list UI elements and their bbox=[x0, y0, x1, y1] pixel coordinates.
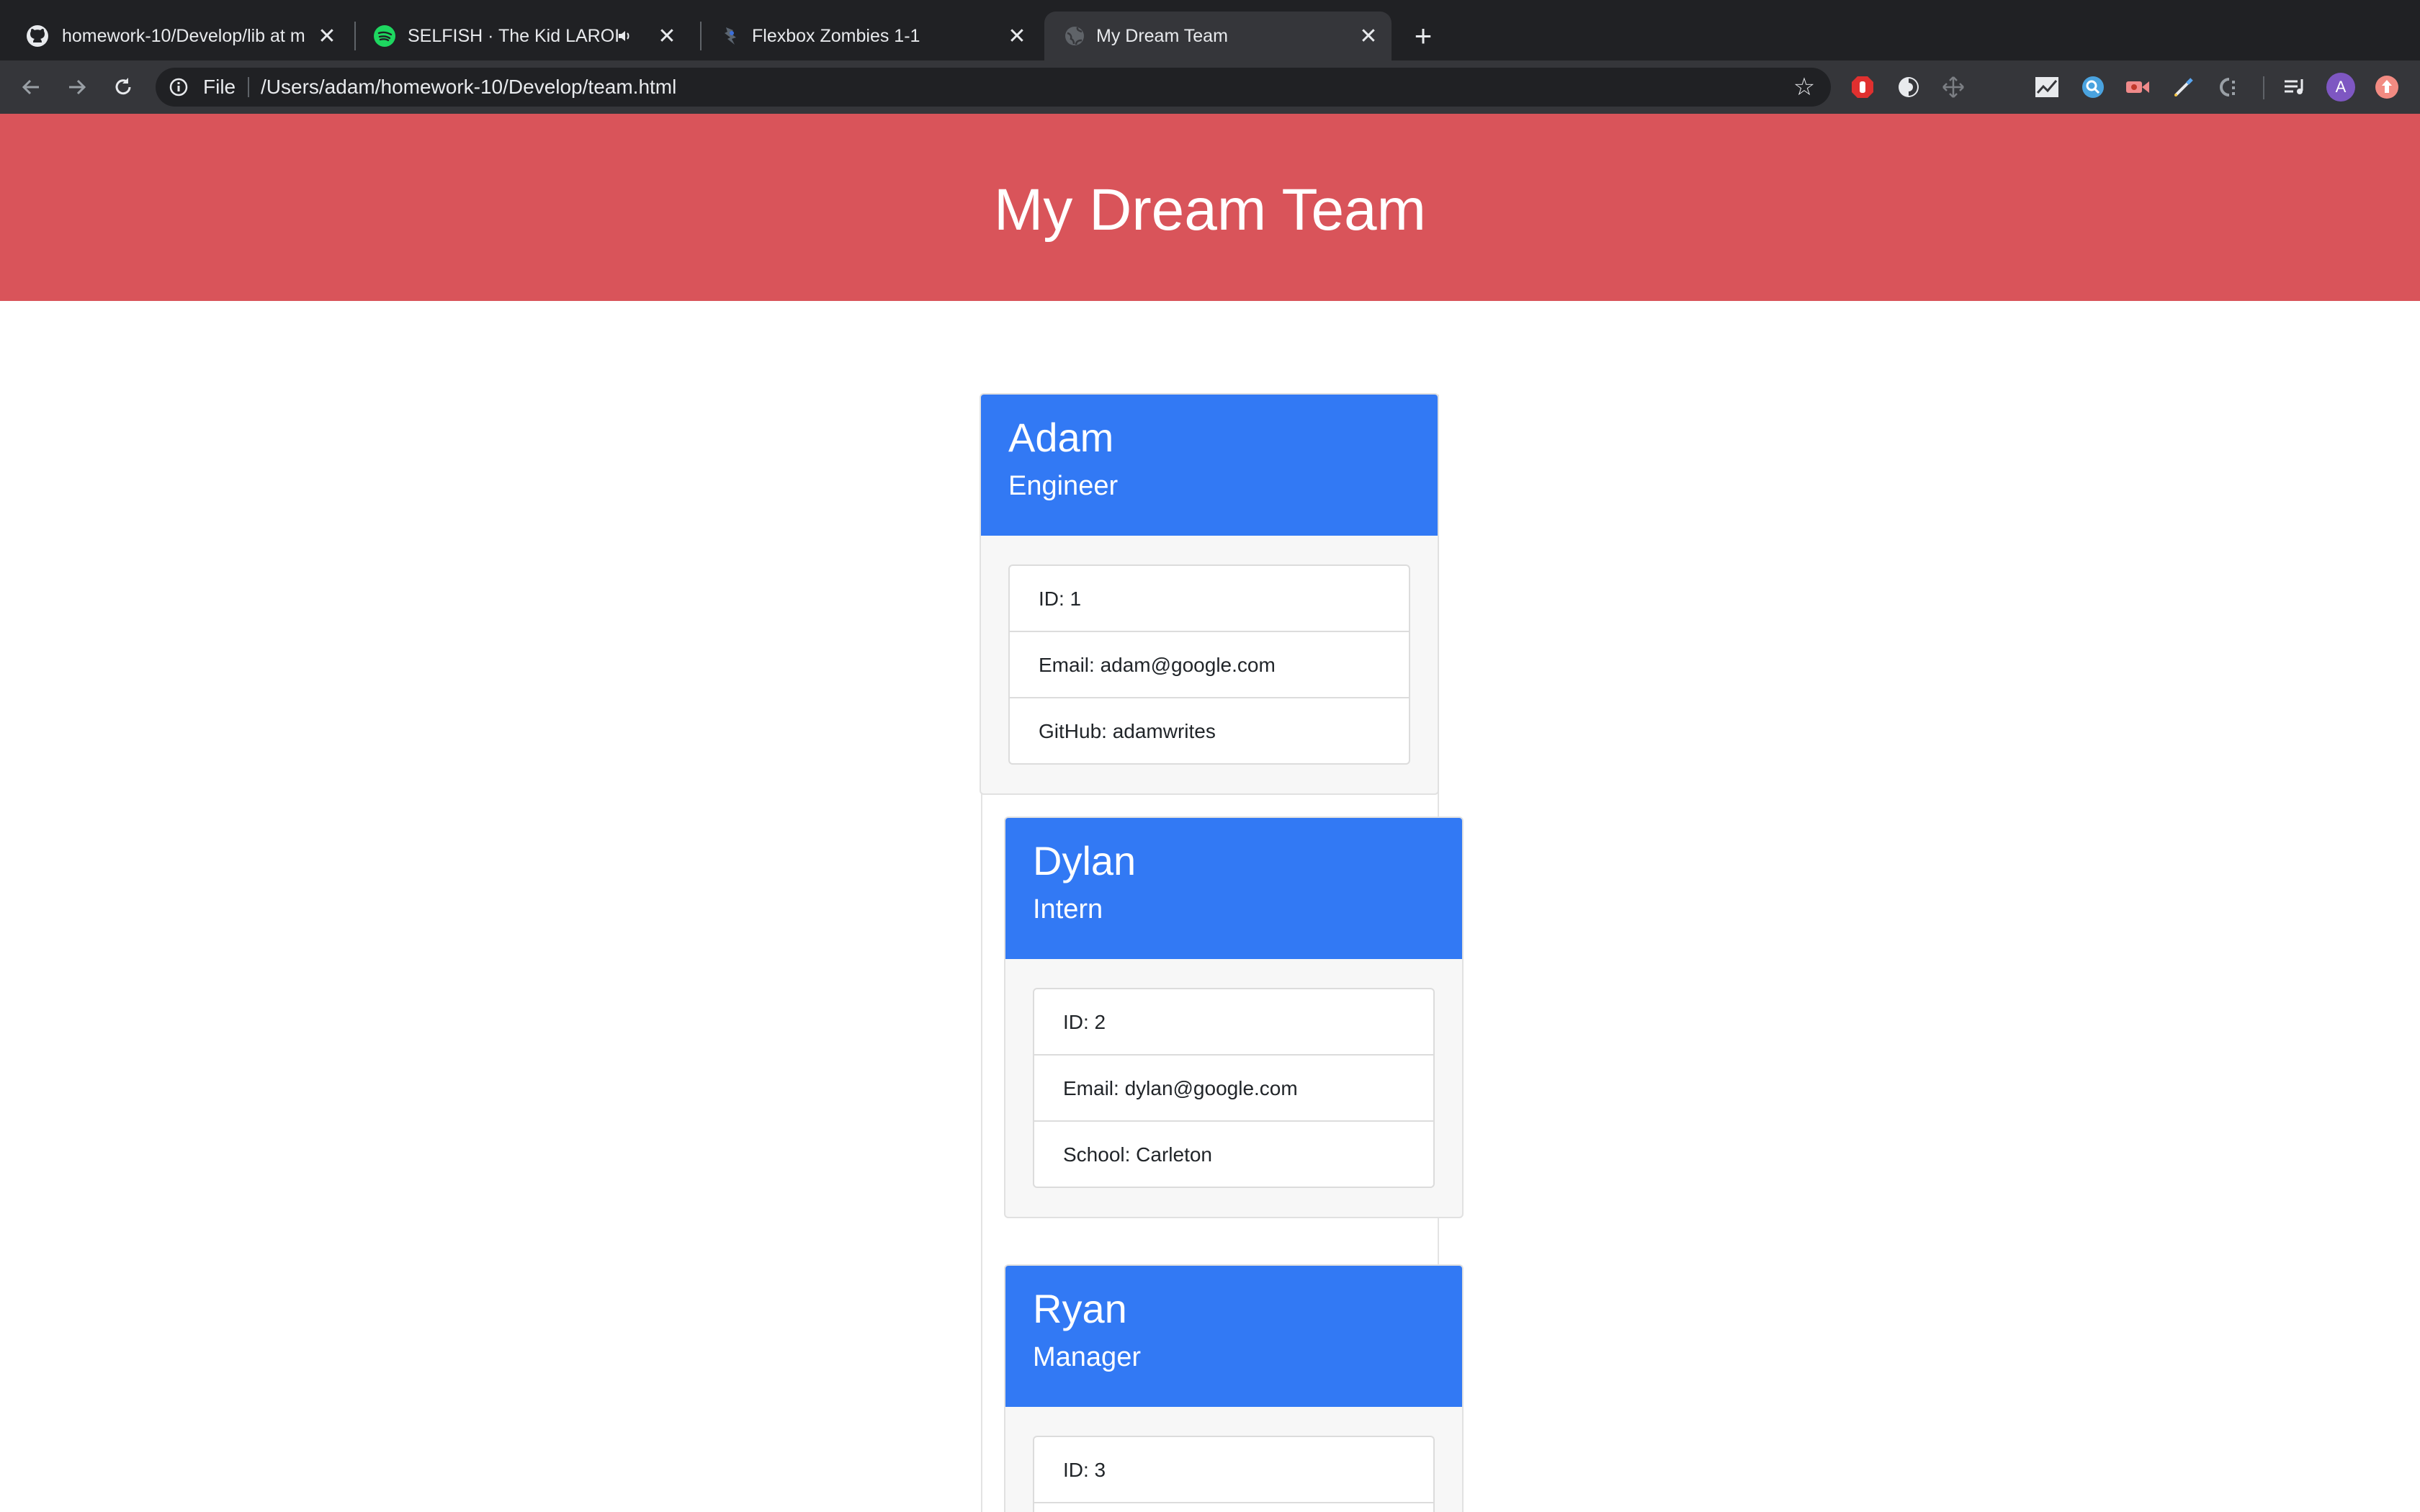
tab-title: homework-10/Develop/lib at m bbox=[62, 26, 305, 46]
tab-title: My Dream Team bbox=[1096, 26, 1228, 46]
speaker-icon[interactable] bbox=[614, 24, 637, 48]
employee-name: Adam bbox=[1008, 415, 1114, 460]
list-item: Email: adam@google.com bbox=[1010, 631, 1409, 697]
list-item: ID: 3 bbox=[1063, 1459, 1106, 1481]
list-item: Email: dylan@google.com bbox=[1034, 1054, 1433, 1120]
list-item: School: Carleton bbox=[1034, 1120, 1433, 1187]
info-icon[interactable] bbox=[169, 77, 189, 97]
employee-role: Intern bbox=[1033, 894, 1103, 924]
list-item: ID: 2 bbox=[1063, 1011, 1106, 1033]
card-body: ID: 2 Email: dylan@google.com School: Ca… bbox=[1005, 959, 1462, 1217]
search-extension-icon[interactable] bbox=[2079, 73, 2107, 102]
detail-list: ID: 3 bbox=[1033, 1436, 1435, 1512]
tab-github[interactable]: homework-10/Develop/lib at m ✕ bbox=[0, 12, 353, 60]
header-banner: My Dream Team bbox=[0, 114, 2420, 301]
tab-spotify[interactable]: SELFISH · The Kid LAROI ✕ bbox=[349, 12, 699, 60]
toolbar-divider bbox=[2263, 76, 2264, 99]
close-icon[interactable]: ✕ bbox=[655, 24, 678, 48]
back-button[interactable] bbox=[12, 68, 50, 107]
globe-icon bbox=[1063, 24, 1086, 48]
bookmark-star-icon[interactable]: ☆ bbox=[1791, 73, 1818, 101]
employee-card: Dylan Intern ID: 2 Email: dylan@google.c… bbox=[1004, 816, 1464, 1218]
employee-role: Manager bbox=[1033, 1342, 1141, 1372]
employee-role: Engineer bbox=[1008, 471, 1119, 501]
css-extension-icon[interactable] bbox=[2215, 73, 2244, 102]
back-arrow-icon bbox=[22, 79, 39, 95]
forward-button[interactable] bbox=[58, 68, 97, 107]
omnibox-divider bbox=[248, 77, 249, 97]
media-controls-icon[interactable] bbox=[2280, 73, 2309, 102]
employee-name: Ryan bbox=[1033, 1286, 1127, 1331]
close-icon[interactable]: ✕ bbox=[1357, 24, 1380, 48]
adblock-extension-icon[interactable] bbox=[1848, 73, 1877, 102]
address-bar[interactable]: File /Users/adam/homework-10/Develop/tea… bbox=[156, 68, 1831, 107]
tab-title: SELFISH · The Kid LAROI bbox=[408, 26, 620, 46]
chart-extension-icon[interactable] bbox=[2033, 73, 2061, 102]
card-header: Ryan Manager bbox=[1005, 1266, 1462, 1407]
close-icon[interactable]: ✕ bbox=[315, 24, 339, 48]
spotify-icon bbox=[373, 24, 396, 48]
tab-flexbox-zombies[interactable]: Flexbox Zombies 1-1 ✕ bbox=[694, 12, 1043, 60]
dark-reader-extension-icon[interactable] bbox=[1894, 73, 1923, 102]
reload-button[interactable] bbox=[104, 68, 143, 107]
url-text[interactable]: /Users/adam/homework-10/Develop/team.htm… bbox=[261, 75, 676, 99]
url-scheme: File bbox=[203, 76, 236, 98]
list-item-partial bbox=[1034, 1502, 1433, 1512]
employee-card: Ryan Manager ID: 3 bbox=[1004, 1264, 1464, 1512]
profile-avatar[interactable]: A bbox=[2326, 73, 2355, 102]
page-title: My Dream Team bbox=[994, 177, 1426, 243]
card-header: Adam Engineer bbox=[981, 395, 1438, 536]
close-icon[interactable]: ✕ bbox=[1005, 24, 1028, 48]
list-item: GitHub: adamwrites bbox=[1010, 697, 1409, 763]
tab-strip: homework-10/Develop/lib at m ✕ SELFISH ·… bbox=[0, 0, 2420, 60]
avatar: A bbox=[2326, 73, 2355, 102]
employee-name: Dylan bbox=[1033, 838, 1137, 883]
new-tab-button[interactable]: + bbox=[1407, 19, 1439, 53]
card-body: ID: 3 bbox=[1005, 1407, 1462, 1512]
detail-list: ID: 1 Email: adam@google.com GitHub: ada… bbox=[1008, 564, 1410, 765]
screencast-extension-icon[interactable] bbox=[2123, 73, 2152, 102]
browser-toolbar: File /Users/adam/homework-10/Develop/tea… bbox=[0, 60, 2420, 114]
card-header: Dylan Intern bbox=[1005, 818, 1462, 959]
github-icon bbox=[26, 24, 49, 48]
move-extension-icon[interactable] bbox=[1939, 73, 1968, 102]
tab-title: Flexbox Zombies 1-1 bbox=[752, 26, 920, 46]
update-icon[interactable] bbox=[2372, 73, 2401, 102]
color-picker-extension-icon[interactable] bbox=[2169, 73, 2198, 102]
reload-icon bbox=[115, 78, 131, 95]
list-item: ID: 1 bbox=[1039, 588, 1082, 610]
zombie-icon bbox=[719, 24, 742, 48]
detail-list: ID: 2 Email: dylan@google.com School: Ca… bbox=[1033, 988, 1435, 1188]
forward-arrow-icon bbox=[69, 79, 86, 95]
tab-my-dream-team[interactable]: My Dream Team ✕ bbox=[1044, 12, 1392, 60]
employee-card: Adam Engineer ID: 1 Email: adam@google.c… bbox=[980, 393, 1439, 795]
card-body: ID: 1 Email: adam@google.com GitHub: ada… bbox=[981, 536, 1438, 793]
